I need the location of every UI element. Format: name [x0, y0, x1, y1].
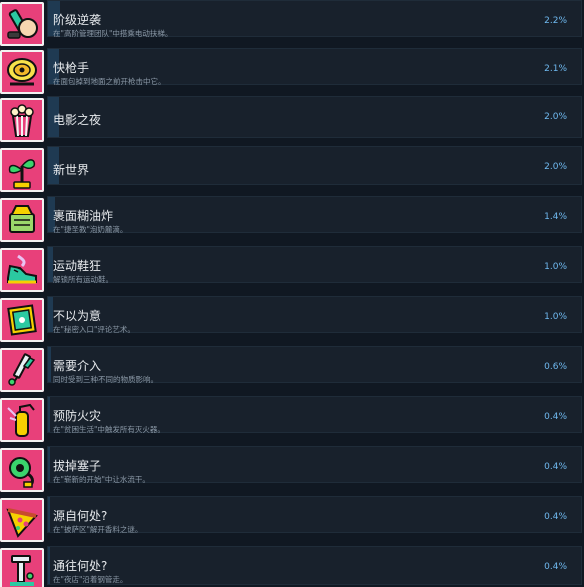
popcorn-icon	[0, 98, 44, 142]
sneaker-icon	[0, 248, 44, 292]
achievement-progress-panel: 阶级逆袭在"高阶管理团队"中搭乘电动扶梯。 2.2%	[47, 0, 582, 38]
achievement-unlock-percent: 0.6%	[544, 362, 567, 372]
achievement-description: 在"贫困生活"中触发所有灭火器。	[53, 425, 165, 434]
achievement-progress-fill	[48, 347, 52, 382]
achievement-unlock-percent: 1.0%	[544, 312, 567, 322]
extinguisher-icon	[0, 398, 44, 442]
achievement-unlock-percent: 2.1%	[544, 64, 567, 74]
pizza-icon	[0, 498, 44, 542]
achievement-row: 电影之夜 2.0%	[0, 96, 584, 146]
achievement-description: 在"披萨区"解开香料之谜。	[53, 525, 143, 534]
achievement-unlock-percent: 2.2%	[544, 16, 567, 26]
achievement-title: 新世界	[53, 163, 90, 177]
achievement-progress-panel: 源自何处? 在"披萨区"解开香料之谜。 0.4%	[47, 496, 582, 534]
fryer-icon	[0, 198, 44, 242]
achievement-row: 阶级逆袭在"高阶管理团队"中搭乘电动扶梯。 2.2%	[0, 0, 584, 50]
plug-icon	[0, 448, 44, 492]
plant-icon	[0, 148, 44, 192]
achievement-description: 在面包掉到地面之前开枪击中它。	[53, 77, 166, 86]
achievement-description: 同时受到三种不同的物质影响。	[53, 375, 158, 384]
achievement-progress-fill	[48, 447, 51, 482]
achievement-progress-fill	[48, 497, 51, 532]
achievement-row: 拔掉塞子在"崭新的开始"中让水流干。 0.4%	[0, 446, 584, 496]
syringe-icon	[0, 348, 44, 392]
achievement-description: 在"崭新的开始"中让水流干。	[53, 475, 150, 484]
achievement-row: 快枪手在面包掉到地面之前开枪击中它。 2.1%	[0, 48, 584, 98]
achievement-unlock-percent: 0.4%	[544, 412, 567, 422]
achievement-unlock-percent: 1.4%	[544, 212, 567, 222]
frame-icon	[0, 298, 44, 342]
achievement-description: 在"捷圣教"泡奶麓滴。	[53, 225, 128, 234]
achievement-title: 需要介入	[53, 359, 102, 373]
achievement-title: 电影之夜	[53, 113, 102, 127]
achievement-unlock-percent: 0.4%	[544, 512, 567, 522]
achievement-progress-fill	[48, 397, 51, 432]
achievement-progress-panel: 电影之夜 2.0%	[47, 96, 582, 138]
achievement-description: 在"秘密入口"评论艺术。	[53, 325, 135, 334]
achievement-progress-panel: 运动鞋狂解锁所有运动鞋。 1.0%	[47, 246, 582, 284]
achievement-title: 通往何处?	[53, 559, 108, 573]
achievement-title: 拔掉塞子	[53, 459, 102, 473]
achievement-unlock-percent: 2.0%	[544, 162, 567, 172]
achievement-row: 通往何处? 在"夜店"沿着钢管走。 0.4%	[0, 546, 584, 587]
achievement-progress-panel: 裹面糊油炸在"捷圣教"泡奶麓滴。 1.4%	[47, 196, 582, 234]
achievement-title: 裹面糊油炸	[53, 209, 114, 223]
achievement-row: 源自何处? 在"披萨区"解开香料之谜。 0.4%	[0, 496, 584, 546]
achievement-description: 解锁所有运动鞋。	[53, 275, 113, 284]
achievement-unlock-percent: 1.0%	[544, 262, 567, 272]
achievement-progress-panel: 新世界 2.0%	[47, 146, 582, 185]
achievement-row: 新世界 2.0%	[0, 146, 584, 196]
achievement-row: 预防火灾在"贫困生活"中触发所有灭火器。 0.4%	[0, 396, 584, 446]
achievement-progress-panel: 预防火灾在"贫困生活"中触发所有灭火器。 0.4%	[47, 396, 582, 434]
achievement-title: 运动鞋狂	[53, 259, 102, 273]
achievement-row: 需要介入同时受到三种不同的物质影响。 0.6%	[0, 346, 584, 396]
achievement-title: 快枪手	[53, 61, 90, 75]
bread-target-icon	[0, 50, 44, 94]
achievement-progress-panel: 拔掉塞子在"崭新的开始"中让水流干。 0.4%	[47, 446, 582, 484]
achievement-unlock-percent: 2.0%	[544, 112, 567, 122]
achievement-unlock-percent: 0.4%	[544, 562, 567, 572]
achievement-list: 阶级逆袭在"高阶管理团队"中搭乘电动扶梯。 2.2% 快枪手在面包掉到地面之前开枪击…	[0, 0, 584, 587]
achievement-description: 在"夜店"沿着钢管走。	[53, 575, 128, 584]
achievement-description: 在"高阶管理团队"中搭乘电动扶梯。	[53, 29, 173, 38]
pencil-hand-icon	[0, 2, 44, 46]
achievement-progress-panel: 通往何处? 在"夜店"沿着钢管走。 0.4%	[47, 546, 582, 585]
achievement-unlock-percent: 0.4%	[544, 462, 567, 472]
achievement-row: 运动鞋狂解锁所有运动鞋。 1.0%	[0, 246, 584, 296]
achievement-row: 裹面糊油炸在"捷圣教"泡奶麓滴。 1.4%	[0, 196, 584, 246]
achievement-progress-panel: 不以为意在"秘密入口"评论艺术。 1.0%	[47, 296, 582, 334]
pipe-icon	[0, 548, 44, 587]
achievement-title: 预防火灾	[53, 409, 102, 423]
achievement-progress-fill	[48, 547, 51, 584]
achievement-progress-panel: 需要介入同时受到三种不同的物质影响。 0.6%	[47, 346, 582, 384]
achievement-title: 源自何处?	[53, 509, 108, 523]
achievement-progress-panel: 快枪手在面包掉到地面之前开枪击中它。 2.1%	[47, 48, 582, 86]
achievement-row: 不以为意在"秘密入口"评论艺术。 1.0%	[0, 296, 584, 346]
achievement-title: 阶级逆袭	[53, 13, 102, 27]
achievement-title: 不以为意	[53, 309, 102, 323]
